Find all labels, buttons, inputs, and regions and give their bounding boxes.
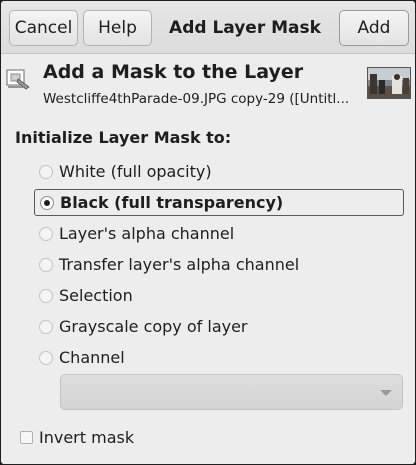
initialize-mask-label: Initialize Layer Mask to: <box>15 128 232 147</box>
image-thumbnail <box>367 67 411 99</box>
option-black-full-transparency[interactable]: Black (full transparency) <box>34 189 404 216</box>
header-bar: Cancel Help Add Layer Mask Add <box>1 1 415 54</box>
option-layers-alpha-channel[interactable]: Layer's alpha channel <box>34 221 404 248</box>
option-label: Channel <box>59 348 125 367</box>
option-label: White (full opacity) <box>59 162 212 181</box>
radio-button[interactable] <box>39 320 53 334</box>
option-label: Transfer layer's alpha channel <box>59 255 300 274</box>
radio-button[interactable] <box>39 289 53 303</box>
option-label: Selection <box>59 286 133 305</box>
option-label: Layer's alpha channel <box>59 224 235 243</box>
invert-mask-option[interactable]: Invert mask <box>17 425 217 449</box>
invert-mask-label: Invert mask <box>39 428 135 447</box>
radio-button[interactable] <box>39 258 53 272</box>
option-selection[interactable]: Selection <box>34 283 404 310</box>
channel-select[interactable] <box>60 374 403 410</box>
radio-button[interactable] <box>39 165 53 179</box>
layer-name: Westcliffe4thParade-09.JPG copy-29 ([Unt… <box>43 91 350 107</box>
radio-button[interactable] <box>39 227 53 241</box>
dialog-title: Add a Mask to the Layer <box>43 61 304 83</box>
option-grayscale-copy[interactable]: Grayscale copy of layer <box>34 314 404 341</box>
option-channel[interactable]: Channel <box>34 345 404 372</box>
dialog-window-title: Add Layer Mask <box>169 18 321 38</box>
add-button[interactable]: Add <box>339 10 409 46</box>
layer-mask-icon <box>5 65 31 91</box>
option-white-full-opacity[interactable]: White (full opacity) <box>34 159 404 186</box>
radio-button-selected[interactable] <box>40 196 54 210</box>
chevron-down-icon <box>380 390 392 396</box>
option-label: Grayscale copy of layer <box>59 317 248 336</box>
invert-mask-checkbox[interactable] <box>20 431 33 444</box>
radio-button[interactable] <box>39 351 53 365</box>
help-button[interactable]: Help <box>83 10 152 46</box>
option-transfer-alpha-channel[interactable]: Transfer layer's alpha channel <box>34 252 404 279</box>
option-label: Black (full transparency) <box>60 193 284 212</box>
cancel-button[interactable]: Cancel <box>9 10 78 46</box>
add-layer-mask-dialog: Cancel Help Add Layer Mask Add Add a Mas… <box>0 0 416 465</box>
